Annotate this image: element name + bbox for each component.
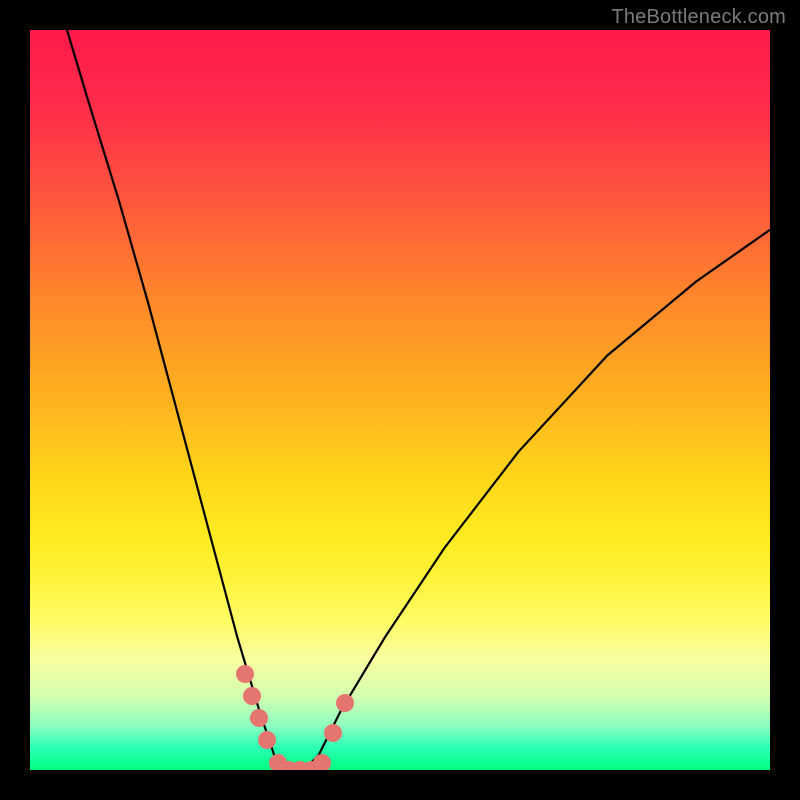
curve-layer <box>30 30 770 770</box>
curve-marker <box>236 665 254 683</box>
curve-marker <box>324 724 342 742</box>
chart-frame: TheBottleneck.com <box>0 0 800 800</box>
watermark-text: TheBottleneck.com <box>611 6 786 29</box>
curve-marker <box>258 731 276 749</box>
curve-marker <box>313 754 331 770</box>
curve-marker <box>250 709 268 727</box>
curve-marker <box>243 687 261 705</box>
curve-marker <box>336 694 354 712</box>
plot-area <box>30 30 770 770</box>
bottleneck-curve <box>67 30 770 770</box>
